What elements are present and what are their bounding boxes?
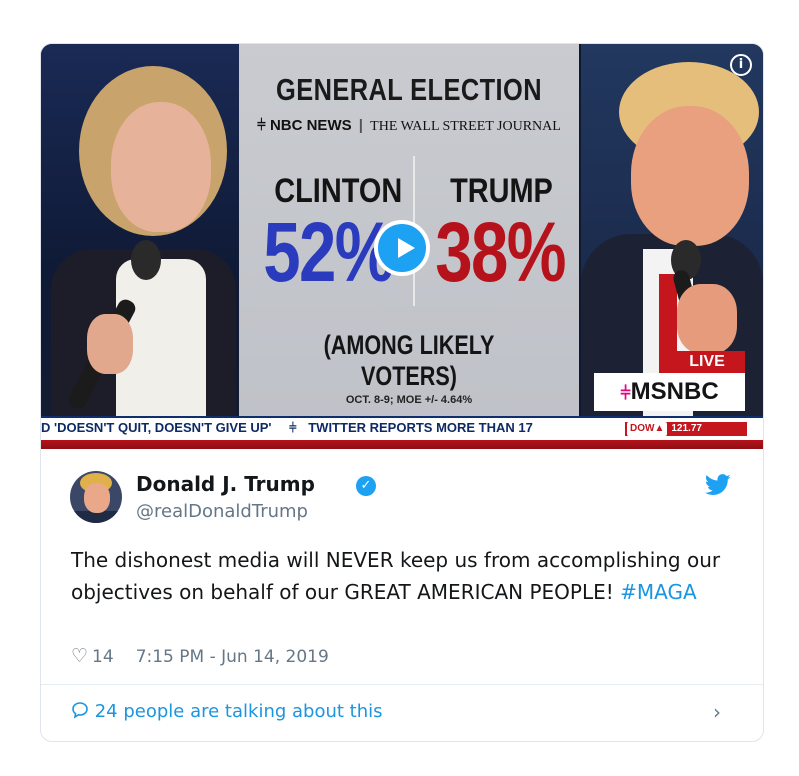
info-icon[interactable]: i [730,54,752,76]
poll-subtitle: (AMONG LIKELY VOTERS) [323,330,495,391]
msnbc-peacock-icon: ⫩ [620,383,631,403]
msnbc-label: MSNBC [630,378,719,405]
live-badge: LIVE [669,351,745,373]
dow-indicator: DOW▲ 121.77 [625,422,747,436]
play-icon[interactable] [374,220,430,276]
speech-bubble-icon [71,701,95,722]
trump-percent: 38% [435,205,566,299]
nbc-peacock-icon: ⫩ [257,117,266,134]
verified-badge-icon: ✓ [356,476,376,496]
dow-tag: DOW▲ [627,422,668,436]
ticker-headline-1: D 'DOESN'T QUIT, DOESN'T GIVE UP' [41,420,272,435]
dow-value: 121.77 [671,423,702,434]
user-handle[interactable]: @realDonaldTrump [136,501,308,522]
ticker-text: D 'DOESN'T QUIT, DOESN'T GIVE UP' ⫩ TWIT… [41,420,533,436]
nbc-source-label: NBC NEWS [269,117,352,134]
video-media[interactable]: GENERAL ELECTION ⫩ NBC NEWS | THE WALL S… [41,44,763,449]
twitter-bird-icon[interactable] [704,474,731,500]
poll-sources: ⫩ NBC NEWS | THE WALL STREET JOURNAL [257,117,561,134]
like-count: 14 [92,647,114,667]
dow-label: DOW [630,423,655,434]
embedded-tweet-card: GENERAL ELECTION ⫩ NBC NEWS | THE WALL S… [40,43,764,742]
avatar[interactable] [70,471,122,523]
heart-icon[interactable]: ♡ [71,645,88,667]
msnbc-logo: ⫩MSNBC [594,373,745,411]
display-name[interactable]: Donald J. Trump [136,472,315,496]
poll-headline: GENERAL ELECTION [276,72,542,107]
news-ticker: D 'DOESN'T QUIT, DOESN'T GIVE UP' ⫩ TWIT… [41,416,763,440]
tweet-text: The dishonest media will NEVER keep us f… [71,544,731,608]
chevron-right-icon[interactable]: › [713,700,721,724]
ticker-peacock-icon: ⫩ [289,420,297,435]
ticker-red-bar [41,440,763,449]
wsj-source-label: THE WALL STREET JOURNAL [370,119,561,134]
hashtag-link[interactable]: #MAGA [620,580,697,604]
ticker-headline-2: TWITTER REPORTS MORE THAN 17 [308,420,533,435]
conversation-label: 24 people are talking about this [94,701,383,722]
clinton-figure [41,44,241,419]
tweet-meta: ♡ 14 7:15 PM - Jun 14, 2019 [71,645,329,667]
timestamp[interactable]: 7:15 PM - Jun 14, 2019 [136,647,329,667]
divider [41,684,763,685]
poll-footnote: OCT. 8-9; MOE +/- 4.64% [345,394,473,406]
conversation-link[interactable]: 24 people are talking about this [71,701,383,722]
